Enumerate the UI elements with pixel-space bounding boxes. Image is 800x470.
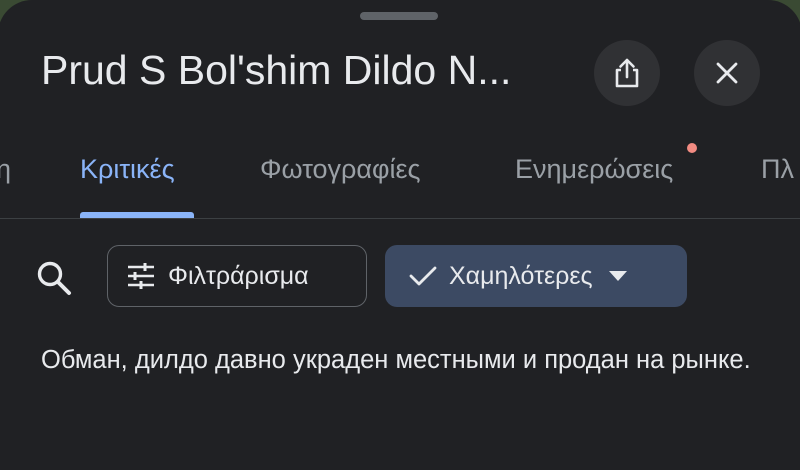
share-button[interactable]: [594, 40, 660, 106]
sort-chip-label: Χαμηλότερες: [449, 261, 593, 290]
active-tab-indicator: [80, 212, 194, 218]
tab-photos[interactable]: Φωτογραφίες: [260, 154, 421, 185]
tab-reviews[interactable]: Κριτικές: [80, 154, 175, 185]
drag-handle[interactable]: [360, 12, 438, 20]
close-icon: [716, 62, 738, 84]
notification-dot: [687, 143, 697, 153]
filter-chip[interactable]: Φιλτράρισμα: [107, 245, 367, 307]
tab-bar: η Κριτικές Φωτογραφίες Ενημερώσεις Πλ: [0, 140, 800, 219]
close-button[interactable]: [694, 40, 760, 106]
search-button[interactable]: [34, 258, 74, 298]
review-text: Обман, дилдо давно украден местными и пр…: [41, 346, 751, 374]
place-title: Prud S Bol'shim Dildo N...: [41, 47, 512, 93]
filter-sliders-icon: [126, 263, 156, 289]
share-icon: [615, 58, 639, 88]
search-icon: [37, 261, 71, 295]
place-sheet: Prud S Bol'shim Dildo N... η Κριτικές Φω…: [0, 0, 800, 470]
tab-updates[interactable]: Ενημερώσεις: [515, 154, 673, 185]
check-icon: [409, 265, 437, 287]
tab-more[interactable]: Πλ: [761, 154, 794, 185]
sort-chip[interactable]: Χαμηλότερες: [385, 245, 687, 307]
caret-down-icon: [608, 271, 627, 281]
filter-chip-label: Φιλτράρισμα: [168, 261, 309, 290]
tab-overview[interactable]: η: [0, 154, 11, 185]
